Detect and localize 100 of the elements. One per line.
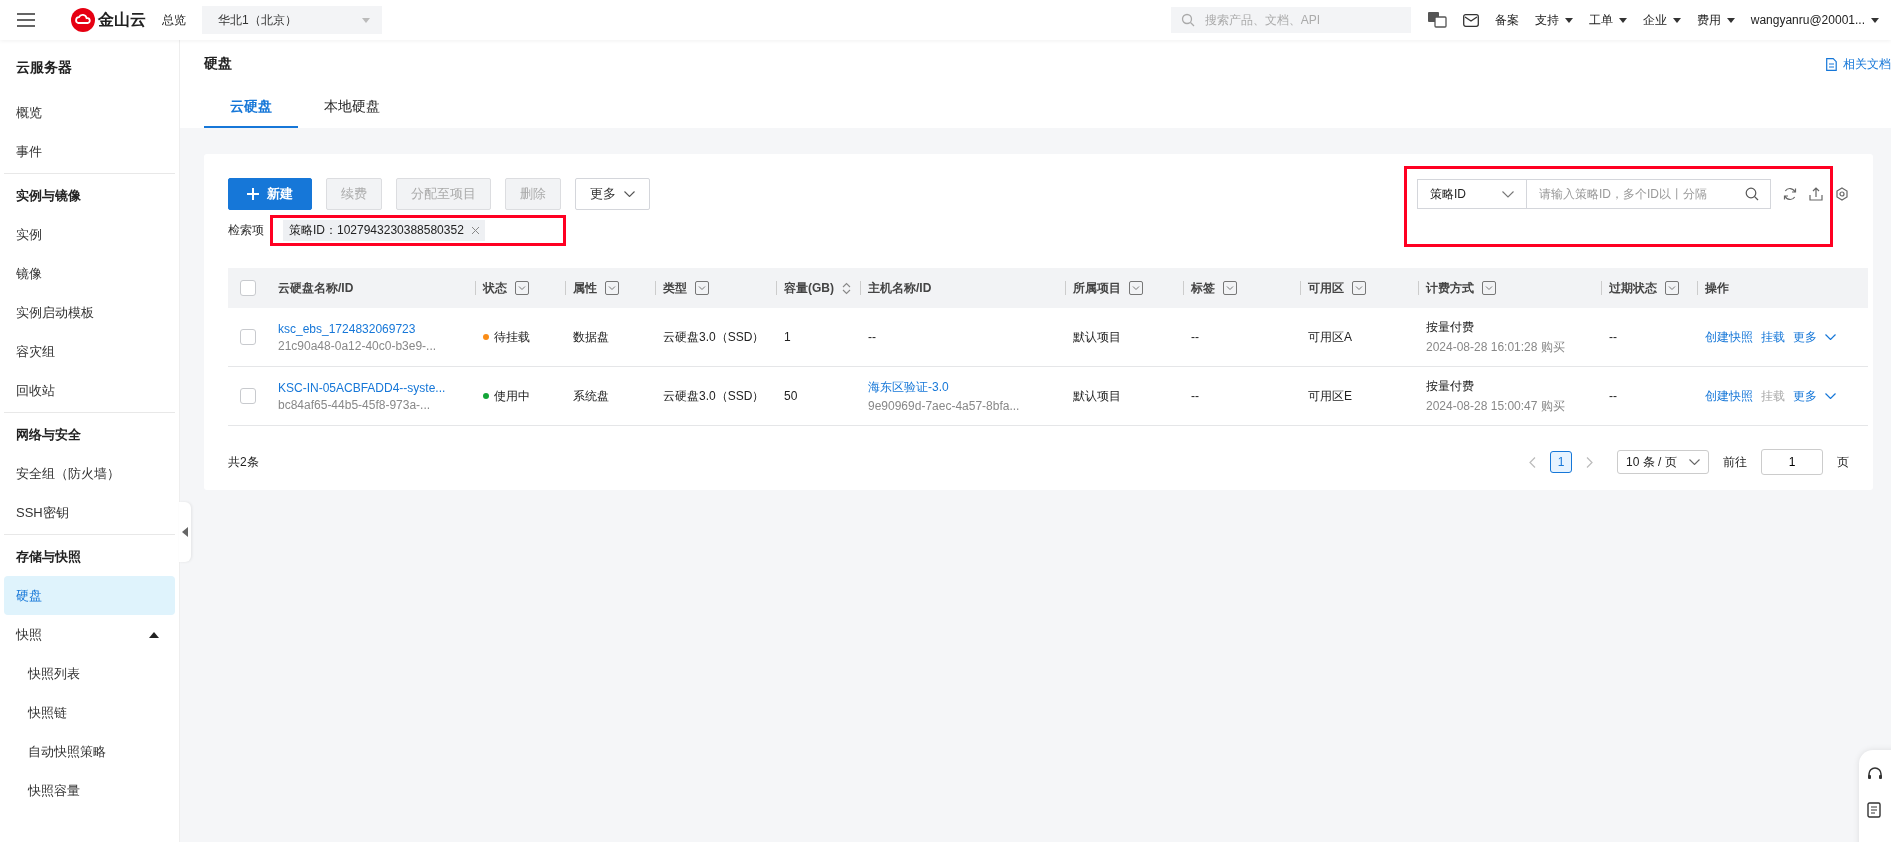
sidebar-item[interactable]: 容灾组: [4, 332, 175, 371]
table-cell: --: [1183, 366, 1300, 426]
sidebar-item[interactable]: SSH密钥: [4, 493, 175, 532]
filter-icon[interactable]: [1129, 281, 1143, 295]
checkbox[interactable]: [240, 280, 256, 296]
nav-menu[interactable]: 企业: [1642, 11, 1681, 29]
table-cell: 默认项目: [1065, 308, 1183, 367]
purchase-time: 2024-08-28 16:01:28 购买: [1426, 338, 1566, 356]
collapse-handle[interactable]: [179, 502, 191, 562]
region-select[interactable]: 华北1（北京）: [202, 6, 382, 34]
filter-icon[interactable]: [1665, 281, 1679, 295]
more-button[interactable]: 更多: [575, 178, 650, 210]
caret-icon: [1672, 17, 1681, 23]
sidebar-item[interactable]: 安全组（防火墙）: [4, 454, 175, 493]
page-button[interactable]: 1: [1550, 451, 1572, 473]
header-cell: 所属项目: [1065, 268, 1183, 308]
chevron-down-icon: [1825, 334, 1836, 340]
filter-icon[interactable]: [605, 281, 619, 295]
sidebar-heading: 存储与快照: [15, 548, 82, 566]
nav-menu[interactable]: 工单: [1588, 11, 1627, 29]
header-cell: 标签: [1183, 268, 1300, 308]
id-search-field[interactable]: 请输入策略ID，多个ID以丨分隔: [1527, 179, 1771, 209]
overview-link[interactable]: 总览: [162, 11, 186, 29]
sidebar-subitem[interactable]: 快照链: [4, 693, 175, 732]
page-input[interactable]: 1: [1761, 449, 1823, 475]
filter-icon[interactable]: [1223, 281, 1237, 295]
caret-icon: [362, 17, 370, 23]
header-cell: 计费方式: [1418, 268, 1601, 308]
status-label: 待挂载: [483, 328, 530, 346]
sidebar-item[interactable]: 快照: [4, 615, 175, 654]
host-name-link[interactable]: 海东区验证-3.0: [868, 379, 1057, 396]
page-unit: 页: [1837, 453, 1849, 471]
disk-name-link[interactable]: ksc_ebs_1724832069723: [278, 321, 467, 336]
menu-icon[interactable]: [17, 13, 35, 27]
filter-icon[interactable]: [1352, 281, 1366, 295]
table-cell: 数据盘: [565, 308, 655, 367]
chevron-down-icon: [1689, 459, 1700, 465]
sidebar-item[interactable]: 镜像: [4, 254, 175, 293]
sidebar-subitem[interactable]: 快照列表: [4, 654, 175, 693]
action-link[interactable]: 挂载: [1761, 328, 1785, 346]
caret-icon: [1726, 17, 1735, 23]
table-cell: --: [1601, 366, 1697, 426]
table-cell: 可用区A: [1300, 308, 1418, 367]
sidebar-heading: 网络与安全: [15, 426, 82, 444]
table-cell: 50: [776, 366, 860, 426]
nav-menu[interactable]: 费用: [1696, 11, 1735, 29]
sort-icon[interactable]: [842, 281, 851, 295]
sidebar-item[interactable]: 实例启动模板: [4, 293, 175, 332]
cloud-logo-icon: [71, 8, 95, 32]
user-menu[interactable]: wangyanru@20001...: [1750, 13, 1879, 27]
doc-link[interactable]: 相关文档: [1826, 55, 1891, 73]
close-icon[interactable]: [471, 227, 479, 234]
sidebar-item[interactable]: 概览: [4, 93, 175, 132]
more-menu-link[interactable]: 更多: [1793, 387, 1836, 405]
sidebar-item[interactable]: 回收站: [4, 371, 175, 410]
nav-link[interactable]: 备案: [1494, 11, 1519, 29]
sidebar-subitem[interactable]: 快照容量: [4, 771, 175, 810]
page-size-select[interactable]: 10 条 / 页: [1617, 450, 1709, 474]
filter-tag[interactable]: 策略ID：1027943230388580352: [283, 220, 485, 241]
action-link[interactable]: 创建快照: [1705, 328, 1753, 346]
header-cell: 过期状态: [1601, 268, 1697, 308]
document-icon[interactable]: [1867, 802, 1881, 818]
sidebar-item[interactable]: 事件: [4, 132, 175, 171]
filter-label: 检索项: [228, 222, 264, 239]
headset-icon[interactable]: [1867, 766, 1883, 782]
header-cell: 类型: [655, 268, 776, 308]
tab[interactable]: 本地硬盘: [298, 88, 406, 128]
disk-name-link[interactable]: KSC-IN-05ACBFADD4--syste...: [278, 380, 467, 395]
export-icon[interactable]: [1809, 187, 1823, 201]
billing-type: 按量付费: [1426, 318, 1475, 336]
settings-icon[interactable]: [1835, 187, 1849, 201]
sidebar-item[interactable]: 硬盘: [4, 576, 175, 615]
logo-text[interactable]: 金山云: [98, 9, 146, 31]
sidebar-subitem[interactable]: 自动快照策略: [4, 732, 175, 771]
caret-icon: [1871, 17, 1879, 23]
tab[interactable]: 云硬盘: [204, 88, 298, 128]
disk-id: 21c90a48-0a12-40c0-b3e9-...: [278, 338, 438, 353]
nav-menu[interactable]: 支持: [1534, 11, 1573, 29]
filter-icon[interactable]: [1482, 281, 1496, 295]
checkbox[interactable]: [240, 388, 256, 404]
table-cell: 可用区E: [1300, 366, 1418, 426]
search-icon: [1745, 187, 1759, 201]
filter-icon[interactable]: [515, 281, 529, 295]
checkbox[interactable]: [240, 329, 256, 345]
more-menu-link[interactable]: 更多: [1793, 328, 1836, 346]
sidebar-item[interactable]: 实例: [4, 215, 175, 254]
header-cell: 属性: [565, 268, 655, 308]
status-label: 使用中: [483, 387, 530, 405]
sidebar-heading: 实例与镜像: [15, 187, 82, 205]
search-type-select[interactable]: 策略ID: [1417, 179, 1527, 209]
create-button[interactable]: 新建: [228, 178, 312, 210]
filter-icon[interactable]: [695, 281, 709, 295]
host-name: --: [868, 330, 877, 344]
mail-icon[interactable]: [1462, 13, 1479, 27]
refresh-icon[interactable]: [1783, 187, 1797, 201]
action-link[interactable]: 创建快照: [1705, 387, 1753, 405]
table-cell: 默认项目: [1065, 366, 1183, 426]
table-cell: 云硬盘3.0（SSD）: [655, 366, 776, 426]
translate-icon[interactable]: [1426, 11, 1447, 29]
search-field[interactable]: 搜索产品、文档、API: [1170, 7, 1411, 33]
